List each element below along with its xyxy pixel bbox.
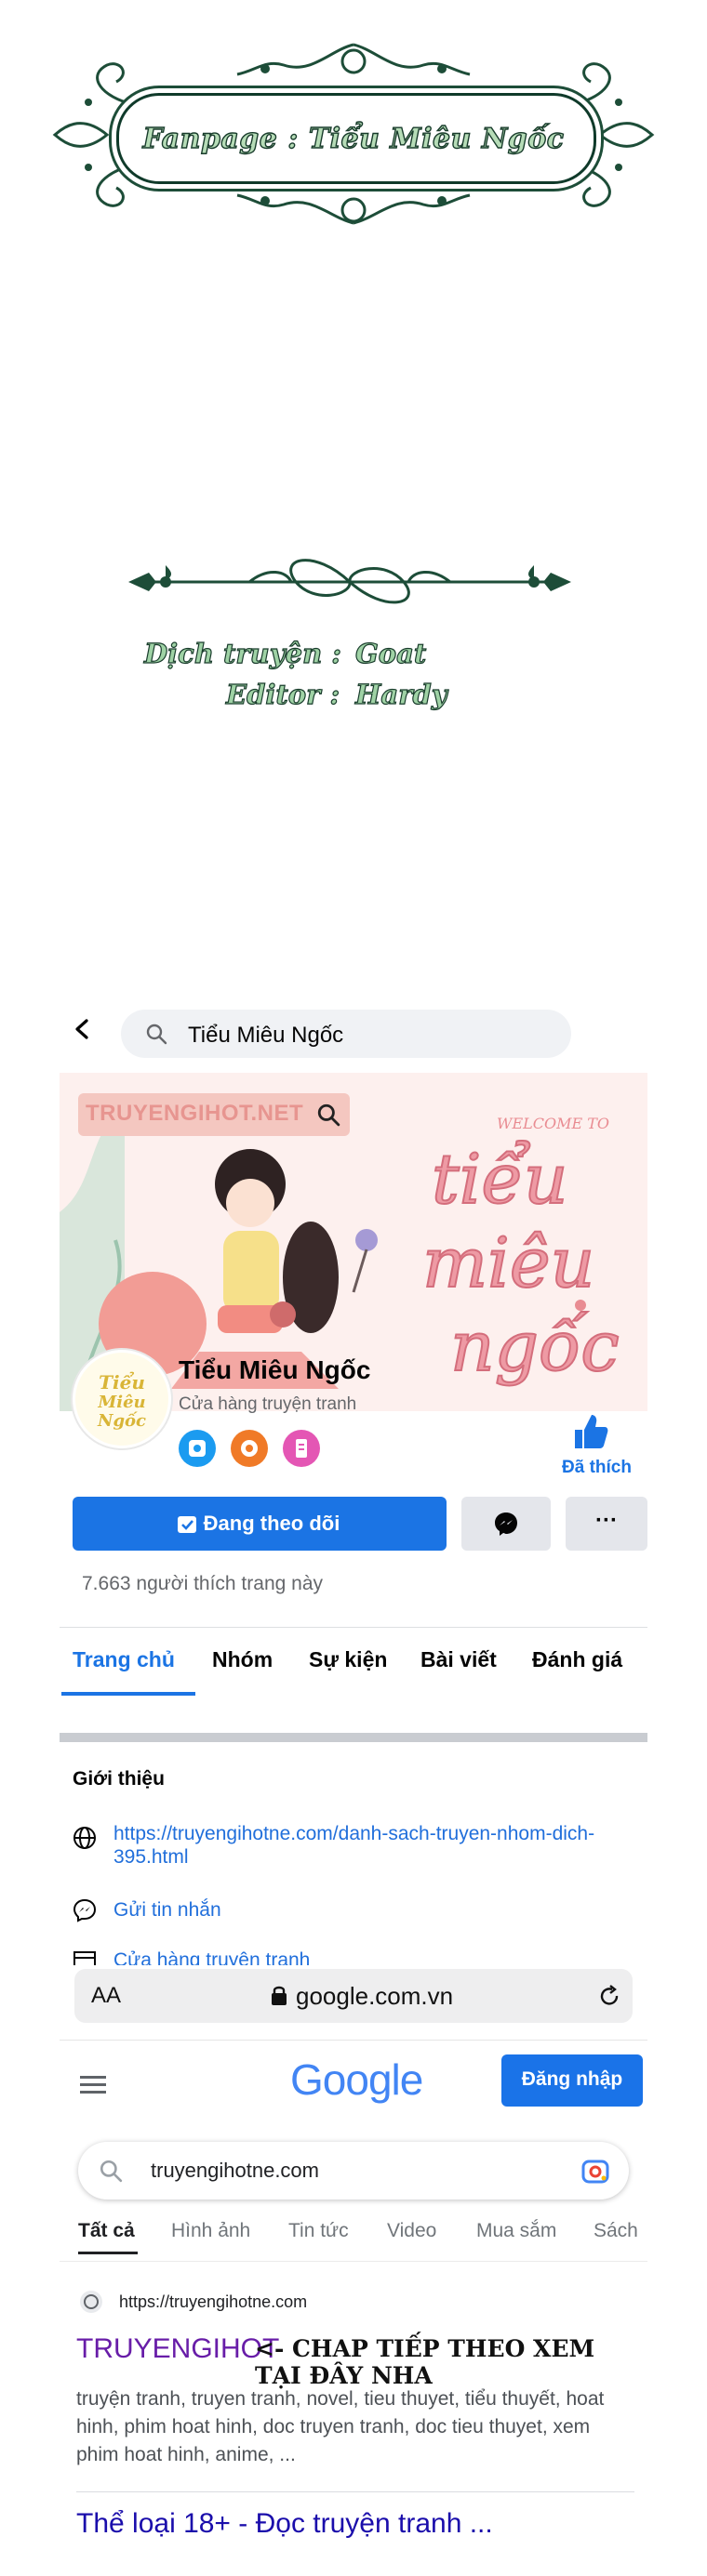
following-button-label: Đang theo dõi: [203, 1512, 340, 1535]
avatar-logo-icon: Tiểu Miêu Ngốc: [75, 1353, 168, 1446]
search-query: Tiểu Miêu Ngốc: [188, 1023, 344, 1048]
result-title-overlay: <- CHAP TIẾP THEO XEM TẠI ĐÂY NHA: [255, 2335, 595, 2389]
svg-text:Ngốc: Ngốc: [97, 1410, 146, 1431]
divider: [76, 2491, 634, 2492]
google-query: truyengihotne.com: [151, 2159, 319, 2182]
messenger-icon: [495, 1513, 517, 1536]
translator-name: Goat: [354, 637, 427, 669]
google-logo-text: Google: [290, 2055, 423, 2104]
result-snippet: truyện tranh, truyen tranh, novel, tieu …: [76, 2388, 605, 2465]
svg-text:Tiểu: Tiểu: [99, 1370, 145, 1394]
facebook-search-bar: Tiểu Miêu Ngốc: [60, 985, 647, 1078]
app-badge-icon[interactable]: [283, 1430, 320, 1467]
messenger-outline-icon: [73, 1898, 97, 1922]
back-chevron-icon[interactable]: [73, 1019, 93, 1039]
divider: [60, 2040, 647, 2041]
search-icon: [146, 1024, 167, 1045]
active-tab-indicator: [78, 2252, 138, 2254]
liked-label[interactable]: Đã thích: [562, 1458, 632, 1478]
section-separator: [60, 1733, 647, 1742]
editor-name: Hardy: [354, 678, 447, 710]
result-url[interactable]: https://truyengihotne.com: [119, 2292, 307, 2312]
google-logo[interactable]: Google: [290, 2054, 423, 2105]
svg-text:WELCOME TO: WELCOME TO: [497, 1115, 609, 1132]
svg-text:miêu: miêu: [422, 1223, 594, 1303]
page-category: Cửa hàng truyện tranh: [179, 1394, 357, 1414]
more-icon: ···: [595, 1508, 618, 1533]
site-favicon-icon: [80, 2291, 102, 2313]
thumbs-up-icon[interactable]: [569, 1411, 610, 1452]
divider: [60, 1627, 647, 1628]
google-tab-video[interactable]: Video: [387, 2220, 436, 2242]
reload-icon[interactable]: [597, 1984, 621, 2008]
lock-icon: [272, 1986, 287, 2005]
google-search-input[interactable]: truyengihotne.com: [78, 2142, 629, 2200]
tab-reviews[interactable]: Đánh giá: [532, 1647, 622, 1672]
send-message-link[interactable]: Gửi tin nhắn: [113, 1898, 221, 1922]
page-name[interactable]: Tiểu Miêu Ngốc: [179, 1355, 370, 1385]
watermark-text: TRUYENGIHOT.NET: [86, 1101, 304, 1126]
page-avatar[interactable]: Tiểu Miêu Ngốc: [71, 1348, 173, 1450]
hamburger-menu-icon[interactable]: [78, 2073, 110, 2097]
google-tab-shopping[interactable]: Mua sắm: [476, 2220, 556, 2242]
messenger-badge-icon[interactable]: [179, 1430, 216, 1467]
translator-label: Dịch truyện :: [143, 637, 341, 669]
page-likes-count: 7.663 người thích trang này: [82, 1573, 323, 1594]
google-tab-news[interactable]: Tin tức: [288, 2220, 349, 2242]
message-button[interactable]: [461, 1497, 551, 1551]
phone-screenshot: Tiểu Miêu Ngốc WELCOME TO tiểu miêu ngốc…: [60, 985, 647, 2576]
editor-label: Editor :: [225, 678, 340, 710]
shop-badge-icon[interactable]: [231, 1430, 268, 1467]
more-options-button[interactable]: ···: [566, 1497, 647, 1551]
sign-in-label: Đăng nhập: [521, 2068, 623, 2090]
sign-in-button[interactable]: Đăng nhập: [501, 2054, 643, 2107]
svg-text:ngốc: ngốc: [450, 1307, 620, 1387]
active-tab-indicator: [61, 1692, 195, 1696]
magnifier-icon: [317, 1103, 340, 1127]
svg-text:Miêu: Miêu: [97, 1393, 145, 1412]
search-icon: [100, 2160, 123, 2183]
tab-events[interactable]: Sự kiện: [309, 1647, 387, 1672]
intro-heading: Giới thiệu: [73, 1768, 165, 1790]
facebook-search-input[interactable]: Tiểu Miêu Ngốc: [121, 1010, 571, 1058]
text-size-button[interactable]: AA: [91, 1983, 121, 2009]
fanpage-title: Fanpage : Tiểu Miêu Ngốc: [142, 122, 565, 155]
url-text: google.com.vn: [296, 1982, 454, 2010]
google-tab-all[interactable]: Tất cả: [78, 2220, 135, 2242]
divider-flourish-icon: [128, 559, 571, 604]
google-lens-icon[interactable]: [580, 2157, 610, 2185]
google-tab-images[interactable]: Hình ảnh: [171, 2220, 250, 2242]
tab-groups[interactable]: Nhóm: [212, 1647, 273, 1672]
website-link[interactable]: https://truyengihotne.com/danh-sach-truy…: [113, 1822, 616, 1869]
tab-home[interactable]: Trang chủ: [73, 1647, 175, 1672]
svg-text:tiểu: tiểu: [432, 1140, 568, 1220]
browser-address-bar: AA google.com.vn: [60, 1965, 647, 2040]
url-field[interactable]: AA google.com.vn: [74, 1969, 633, 2023]
following-button[interactable]: Đang theo dõi: [73, 1497, 447, 1551]
result-title[interactable]: TRUYENGIHOT: [76, 2333, 279, 2365]
google-tab-books[interactable]: Sách: [594, 2220, 638, 2242]
globe-icon: [73, 1827, 96, 1849]
fanpage-ornament: Fanpage : Tiểu Miêu Ngốc: [51, 37, 656, 232]
watermark-badge: TRUYENGIHOT.NET: [78, 1093, 350, 1136]
result-2-title[interactable]: Thể loại 18+ - Đọc truyện tranh ...: [76, 2508, 493, 2540]
tab-posts[interactable]: Bài viết: [420, 1647, 497, 1672]
divider: [60, 2261, 647, 2262]
